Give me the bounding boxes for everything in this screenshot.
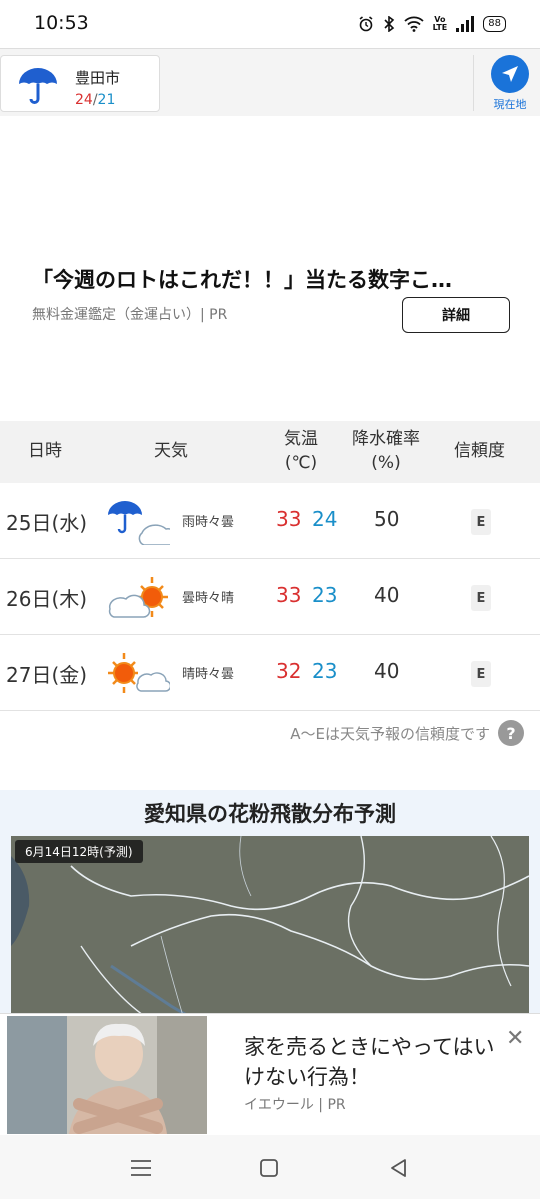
pollen-title: 愛知県の花粉飛散分布予測 [144, 802, 396, 826]
forecast-low-temp: 23 [312, 659, 338, 683]
signal-icon [456, 16, 475, 32]
ad-banner[interactable]: 「今週のロトはこれだ！！」当たる数字こ… 無料金運鑑定（金運占い）| PR 詳細 [0, 116, 540, 420]
menu-icon[interactable] [126, 1153, 156, 1183]
bottom-ad-banner[interactable]: 家を売るときにやってはいけない行為！ イエウール | PR ✕ [0, 1013, 540, 1135]
reliability-note: A〜Eは天気予報の信頼度です ? [290, 720, 524, 746]
wifi-icon [403, 16, 424, 32]
home-icon[interactable] [254, 1153, 284, 1183]
ad-title[interactable]: 「今週のロトはこれだ！！」当たる数字こ… [32, 264, 452, 294]
forecast-date: 27日(金) [6, 663, 88, 687]
map-time-label: 6月14日12時(予測) [15, 840, 143, 863]
forecast-high-temp: 33 [276, 507, 302, 531]
city-name: 豊田市 [75, 69, 121, 87]
forecast-precipitation: 40 [374, 659, 400, 683]
cloud-then-sun-icon [108, 577, 168, 618]
volte-indicator: Vo LTE [432, 15, 448, 32]
forecast-date: 26日(木) [6, 587, 88, 611]
map-terrain [11, 836, 529, 1026]
bottom-ad-title[interactable]: 家を売るときにやってはいけない行為！ [244, 1032, 504, 1092]
header-precipitation: 降水確率 (%) [352, 429, 420, 473]
current-location-label: 現在地 [493, 98, 527, 111]
bluetooth-icon [383, 16, 394, 32]
pollen-section: 愛知県の花粉飛散分布予測 6月14日12時(予測) [0, 790, 540, 1026]
forecast-reliability: E [471, 509, 491, 535]
forecast-row[interactable]: 25日(水) 雨時々曇 33 24 50 E [0, 483, 540, 559]
city-temp-low: 21 [97, 92, 116, 108]
current-location-button[interactable]: 現在地 [480, 53, 540, 113]
city-temp-high: 24 [75, 92, 93, 108]
status-time: 10:53 [34, 12, 89, 34]
ad-detail-button[interactable]: 詳細 [402, 297, 510, 333]
reliability-note-text: A〜Eは天気予報の信頼度です [290, 724, 490, 743]
status-bar: 10:53 Vo LTE 88 [0, 0, 540, 48]
back-icon[interactable] [384, 1153, 414, 1183]
forecast-row[interactable]: 26日(木) 曇時々晴 33 23 40 E [0, 559, 540, 635]
forecast-precipitation: 40 [374, 583, 400, 607]
battery-indicator: 88 [483, 16, 506, 32]
forecast-table-header: 日時 天気 気温 (℃) 降水確率 (%) 信頼度 [0, 421, 540, 483]
system-nav-bar [0, 1135, 540, 1199]
header-date: 日時 [28, 441, 62, 461]
close-icon[interactable]: ✕ [506, 1026, 524, 1051]
ad-photo[interactable] [7, 1016, 207, 1134]
header-temperature: 気温 (℃) [284, 429, 318, 473]
forecast-description: 曇時々晴 [182, 591, 235, 606]
header-weather: 天気 [154, 441, 188, 461]
bottom-ad-source: イエウール | PR [244, 1097, 346, 1113]
status-icons: Vo LTE 88 [358, 12, 506, 36]
header-divider [473, 55, 474, 111]
location-arrow-icon [491, 55, 529, 93]
app-header: 豊田市 24/21 現在地 [0, 48, 540, 116]
pollen-map[interactable]: 6月14日12時(予測) [11, 836, 529, 1026]
forecast-low-temp: 23 [312, 583, 338, 607]
forecast-high-temp: 32 [276, 659, 302, 683]
forecast-low-temp: 24 [312, 507, 338, 531]
forecast-description: 晴時々曇 [182, 667, 235, 682]
help-icon[interactable]: ? [498, 720, 524, 746]
ad-sponsor: 無料金運鑑定（金運占い）| PR [32, 307, 228, 323]
forecast-row[interactable]: 27日(金) 晴時々曇 32 23 40 E [0, 635, 540, 711]
umbrella-icon [19, 68, 57, 104]
header-reliability: 信頼度 [454, 441, 505, 461]
rain-then-cloud-icon [108, 501, 170, 545]
forecast-precipitation: 50 [374, 507, 400, 531]
city-temperatures: 24/21 [75, 92, 116, 108]
forecast-description: 雨時々曇 [182, 515, 235, 530]
sun-then-cloud-icon [108, 653, 170, 693]
alarm-icon [359, 16, 373, 32]
forecast-reliability: E [471, 585, 491, 611]
forecast-high-temp: 33 [276, 583, 302, 607]
forecast-reliability: E [471, 661, 491, 687]
city-card[interactable]: 豊田市 24/21 [0, 55, 160, 112]
forecast-date: 25日(水) [6, 511, 88, 535]
